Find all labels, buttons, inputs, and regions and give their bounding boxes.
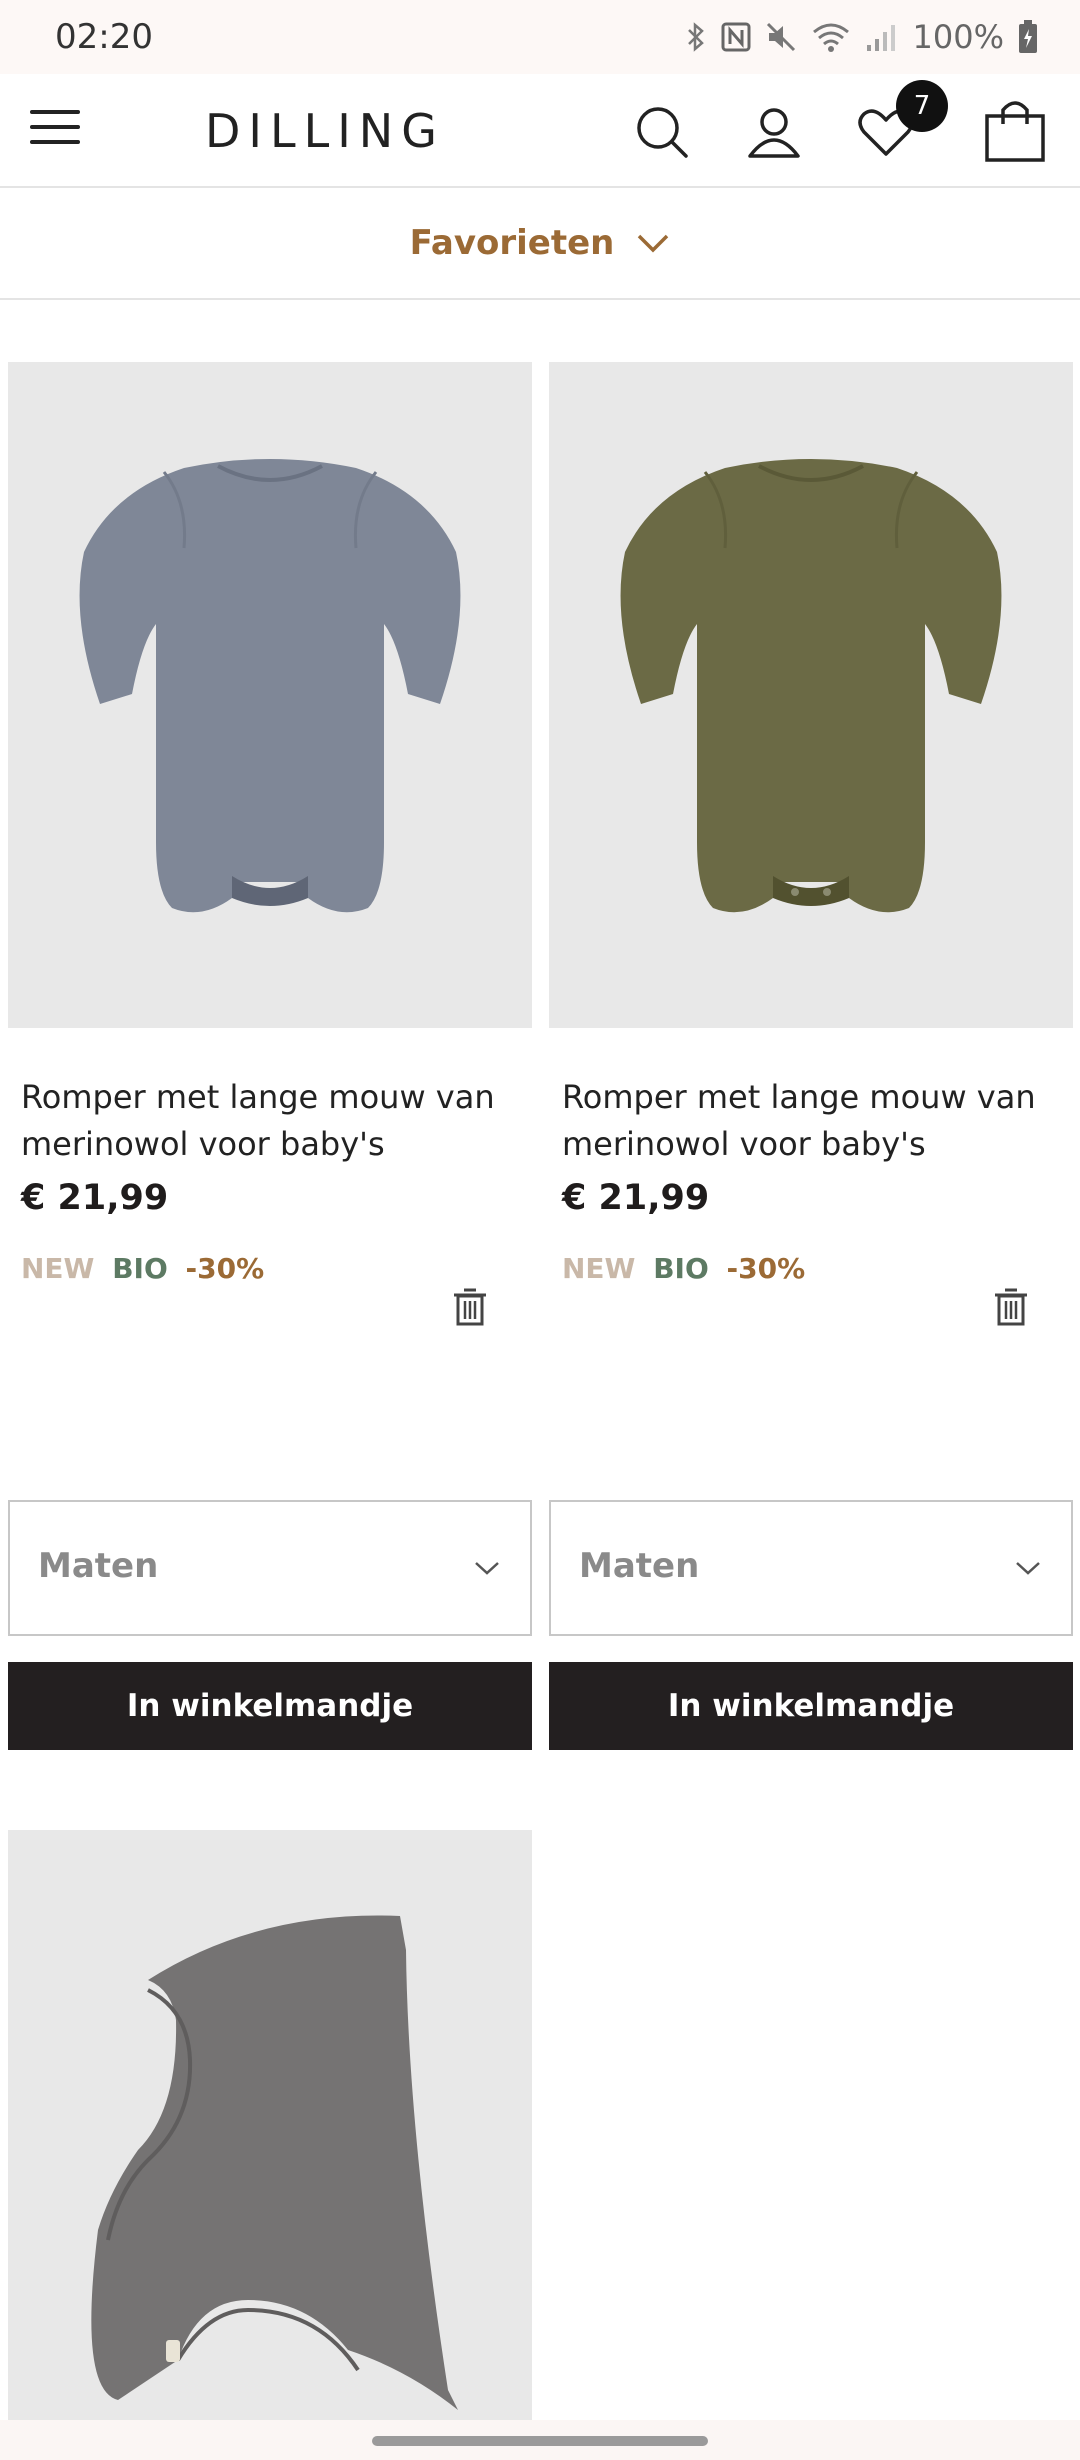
product-image[interactable] (8, 1830, 532, 2420)
badge-bio: BIO (653, 1252, 709, 1285)
mute-icon (765, 21, 797, 53)
product-card: Romper met lange mouw van merinowol voor… (8, 362, 532, 1750)
status-time: 02:20 (55, 17, 153, 57)
status-icons: 100% (685, 18, 1038, 56)
wishlist-count-badge: 7 (896, 80, 948, 132)
chevron-down-icon (475, 1562, 499, 1575)
chevron-down-icon (1016, 1562, 1040, 1575)
battery-icon (1018, 20, 1038, 54)
add-to-cart-button[interactable]: In winkelmandje (8, 1662, 532, 1750)
navigation-bar (0, 2420, 1080, 2460)
signal-icon (865, 21, 899, 53)
product-image[interactable] (549, 362, 1073, 1028)
nfc-icon (721, 22, 751, 52)
site-logo[interactable]: DILLING (205, 104, 445, 158)
size-select[interactable]: Maten (8, 1500, 532, 1636)
bluetooth-icon (685, 21, 707, 53)
battery-text: 100% (912, 18, 1004, 56)
product-badges: NEW BIO -30% (562, 1252, 813, 1285)
add-to-cart-button[interactable]: In winkelmandje (549, 1662, 1073, 1750)
product-image[interactable] (8, 362, 532, 1028)
size-select-label: Maten (579, 1546, 700, 1586)
badge-discount: -30% (185, 1252, 265, 1285)
product-card (8, 1830, 532, 2420)
home-gesture-handle[interactable] (372, 2436, 708, 2446)
product-price: € 21,99 (562, 1178, 710, 1218)
size-select[interactable]: Maten (549, 1500, 1073, 1636)
size-select-label: Maten (38, 1546, 159, 1586)
product-name[interactable]: Romper met lange mouw van merinowol voor… (562, 1074, 1062, 1168)
chevron-down-icon (638, 234, 669, 253)
account-icon[interactable] (744, 102, 804, 162)
status-bar: 02:20 100% (0, 0, 1080, 74)
badge-new: NEW (562, 1252, 636, 1285)
product-badges: NEW BIO -30% (21, 1252, 272, 1285)
wifi-icon (811, 21, 851, 53)
bag-icon[interactable] (983, 96, 1047, 162)
favorites-dropdown[interactable]: Favorieten (0, 188, 1080, 300)
menu-icon[interactable] (30, 110, 82, 150)
badge-new: NEW (21, 1252, 95, 1285)
favorites-title: Favorieten (409, 223, 615, 263)
badge-bio: BIO (112, 1252, 168, 1285)
search-icon[interactable] (632, 102, 692, 162)
product-card: Romper met lange mouw van merinowol voor… (549, 362, 1073, 1750)
trash-icon[interactable] (993, 1286, 1029, 1326)
product-price: € 21,99 (21, 1178, 169, 1218)
product-name[interactable]: Romper met lange mouw van merinowol voor… (21, 1074, 521, 1168)
badge-discount: -30% (726, 1252, 806, 1285)
trash-icon[interactable] (452, 1286, 488, 1326)
